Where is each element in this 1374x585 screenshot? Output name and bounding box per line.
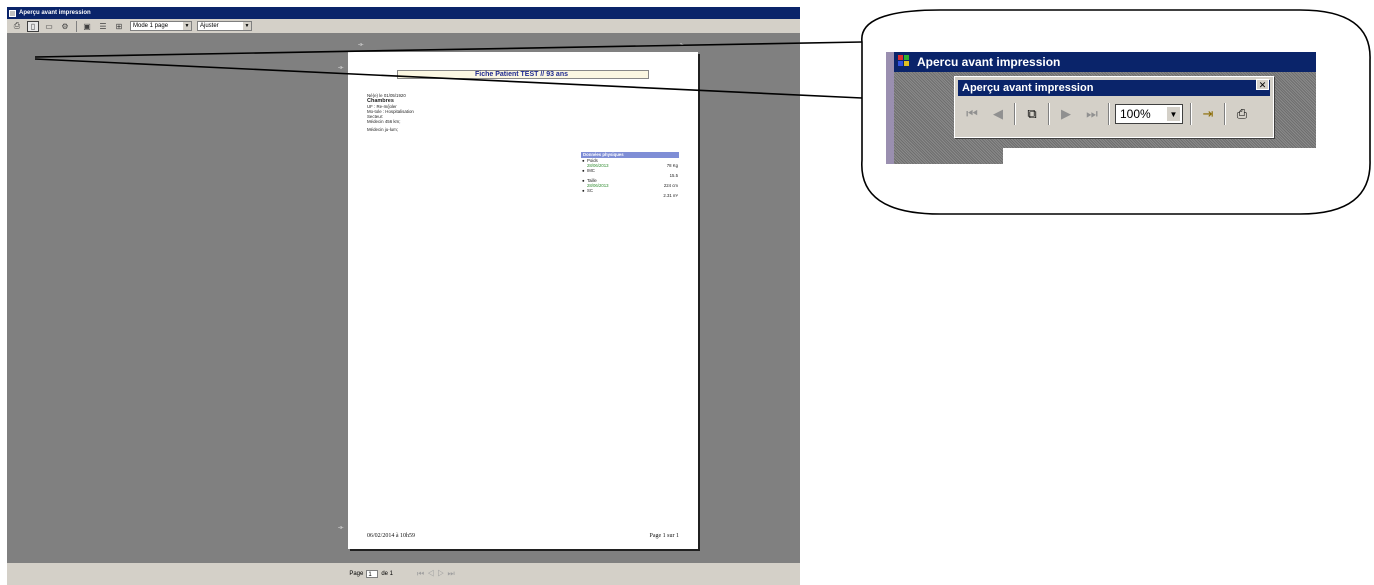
- dialog-titlebar: Aperçu avant impression: [958, 80, 1270, 96]
- inset-left-strip: [886, 52, 894, 164]
- zoom-value: 100%: [1120, 107, 1151, 121]
- toolbar-separator: [1048, 103, 1050, 125]
- toolbar-separator: [1014, 103, 1016, 125]
- toolbar-separator: [1190, 103, 1192, 125]
- exit-icon[interactable]: ⇥: [1197, 103, 1219, 125]
- inset-white-area: [1003, 148, 1316, 164]
- preview-toolbar-dialog: Aperçu avant impression ✕ ⏮ ◀ ⧉ ▶ ⏭ 100%…: [954, 76, 1274, 138]
- zoomed-inset: Apercu avant impression Aperçu avant imp…: [886, 52, 1316, 164]
- inset-window-title: Apercu avant impression: [917, 55, 1061, 69]
- app-logo-icon: [898, 55, 914, 69]
- print-icon[interactable]: ⎙: [1231, 103, 1253, 125]
- chevron-down-icon[interactable]: ▼: [1166, 106, 1181, 122]
- toolbar-separator: [1224, 103, 1226, 125]
- close-icon[interactable]: ✕: [1256, 79, 1269, 90]
- toolbar-separator: [1108, 103, 1110, 125]
- zoom-select[interactable]: 100% ▼: [1115, 104, 1183, 124]
- callout-line-bottom: [34, 58, 863, 99]
- last-page-icon[interactable]: ⏭: [1081, 103, 1103, 125]
- inset-titlebar: Apercu avant impression: [894, 52, 1316, 72]
- callout-line-top: [34, 41, 863, 58]
- dialog-toolbar-row: ⏮ ◀ ⧉ ▶ ⏭ 100% ▼ ⇥ ⎙: [961, 101, 1257, 127]
- dialog-title: Aperçu avant impression: [962, 82, 1094, 94]
- copy-pages-icon[interactable]: ⧉: [1021, 103, 1043, 125]
- first-page-icon[interactable]: ⏮: [961, 103, 983, 125]
- next-page-icon[interactable]: ▶: [1055, 103, 1077, 125]
- previous-page-icon[interactable]: ◀: [987, 103, 1009, 125]
